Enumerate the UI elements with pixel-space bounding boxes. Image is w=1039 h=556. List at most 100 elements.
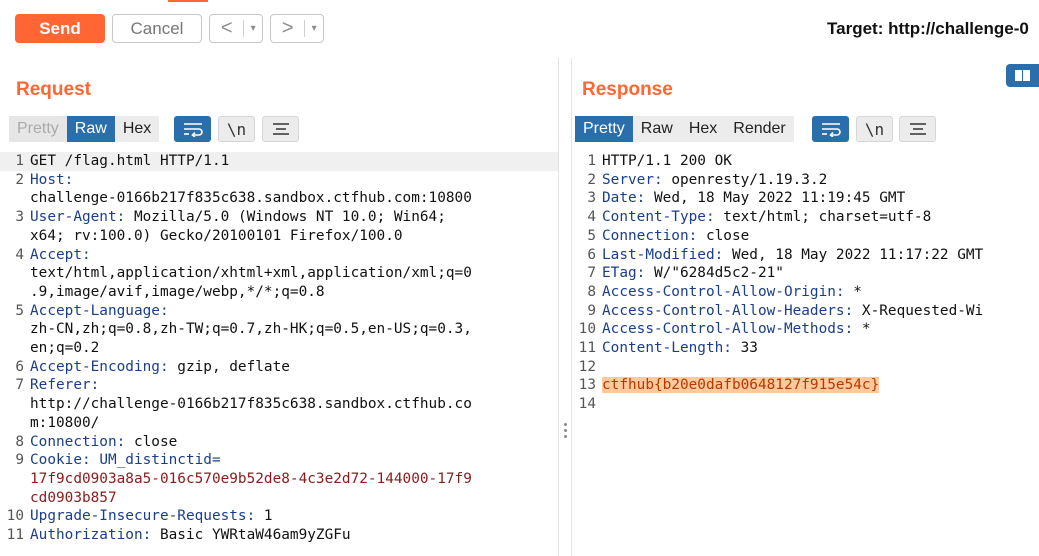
response-title: Response xyxy=(582,79,673,100)
code-line[interactable]: en;q=0.2 xyxy=(0,339,558,358)
code-line[interactable]: 6 Accept-Encoding: gzip, deflate xyxy=(0,358,558,377)
code-line[interactable]: challenge-0166b217f835c638.sandbox.ctfhu… xyxy=(0,189,558,208)
code-line[interactable]: 1 GET /flag.html HTTP/1.1 xyxy=(0,152,558,171)
header-value: text/html; charset=utf-8 xyxy=(714,209,932,226)
response-tab-hex[interactable]: Hex xyxy=(680,116,726,142)
code-line[interactable]: 2 Server: openresty/1.19.3.2 xyxy=(572,171,1039,190)
code-line[interactable]: 7 ETag: W/"6284d5c2-21" xyxy=(572,264,1039,283)
chevron-left-icon[interactable]: < xyxy=(210,15,243,42)
header-value: x64; rv:100.0) Gecko/20100101 Firefox/10… xyxy=(30,227,403,244)
chevron-down-icon[interactable]: ▾ xyxy=(244,23,262,34)
header-name: Access-Control-Allow-Headers: xyxy=(602,302,854,319)
show-newlines-toggle[interactable]: \n xyxy=(218,116,255,142)
code-line[interactable]: 3 Date: Wed, 18 May 2022 11:19:45 GMT xyxy=(572,189,1039,208)
code-line[interactable]: 4 Content-Type: text/html; charset=utf-8 xyxy=(572,208,1039,227)
code-line[interactable]: 1 HTTP/1.1 200 OK xyxy=(572,152,1039,171)
history-forward-button-group[interactable]: > ▾ xyxy=(270,14,324,43)
code-line[interactable]: 14 xyxy=(572,395,1039,414)
code-line[interactable]: http://challenge-0166b217f835c638.sandbo… xyxy=(0,395,558,414)
line-text: cd0903b857 xyxy=(30,489,117,508)
line-number: 13 xyxy=(578,377,596,394)
request-editor[interactable]: 1 GET /flag.html HTTP/1.1 2 Host: challenge-… xyxy=(0,152,558,545)
line-number xyxy=(0,395,30,414)
request-tab-pretty[interactable]: Pretty xyxy=(9,116,67,142)
code-line[interactable]: 9 Cookie: UM_distinctid= xyxy=(0,451,558,470)
code-line[interactable]: zh-CN,zh;q=0.8,zh-TW;q=0.7,zh-HK;q=0.5,e… xyxy=(0,320,558,339)
line-text: en;q=0.2 xyxy=(30,339,99,358)
request-tab-raw[interactable]: Raw xyxy=(66,116,115,142)
line-text: Date: Wed, 18 May 2022 11:19:45 GMT xyxy=(602,189,905,208)
header-name: Connection: xyxy=(602,227,698,244)
response-tab-pretty[interactable]: Pretty xyxy=(575,116,633,142)
header-value: text/html,application/xhtml+xml,applicat… xyxy=(30,265,472,282)
line-text: Content-Length: 33 xyxy=(602,339,758,358)
line-number xyxy=(0,489,30,508)
code-line[interactable]: 10 Access-Control-Allow-Methods: * xyxy=(572,320,1039,339)
code-line[interactable]: 17f9cd0903a8a5-016c570e9b52de8-4c3e2d72-… xyxy=(0,470,558,489)
code-line[interactable]: 11 Authorization: Basic YWRtaW46am9yZGFu xyxy=(0,526,558,545)
request-tab-hex[interactable]: Hex xyxy=(114,116,160,142)
header-value: HTTP/1.1 200 OK xyxy=(602,153,732,169)
line-number: 9 xyxy=(15,452,24,469)
response-tab-raw[interactable]: Raw xyxy=(632,116,681,142)
code-line[interactable]: 7 Referer: xyxy=(0,376,558,395)
header-name: Host: xyxy=(30,171,74,188)
line-text: m:10800/ xyxy=(30,414,99,433)
response-editor[interactable]: 1 HTTP/1.1 200 OK 2 Server: openresty/1.19.… xyxy=(572,152,1039,414)
line-number: 11 xyxy=(578,340,596,357)
code-line[interactable]: x64; rv:100.0) Gecko/20100101 Firefox/10… xyxy=(0,227,558,246)
header-name: Accept-Language: xyxy=(30,302,169,319)
target-label[interactable]: Target: http://challenge-0 xyxy=(827,19,1039,39)
active-tab-indicator xyxy=(168,0,208,2)
cancel-button[interactable]: Cancel xyxy=(112,14,202,43)
splitter-grip-icon[interactable] xyxy=(564,423,567,441)
response-tab-render[interactable]: Render xyxy=(725,116,794,142)
code-line[interactable]: cd0903b857 xyxy=(0,489,558,508)
word-wrap-icon xyxy=(183,123,203,137)
inspector-menu-button[interactable] xyxy=(899,116,936,142)
code-line[interactable]: 10 Upgrade-Insecure-Requests: 1 xyxy=(0,507,558,526)
line-text: HTTP/1.1 200 OK xyxy=(602,152,732,171)
code-line[interactable]: 9 Access-Control-Allow-Headers: X-Request… xyxy=(572,302,1039,321)
code-line[interactable]: 6 Last-Modified: Wed, 18 May 2022 11:17:2… xyxy=(572,246,1039,265)
code-line[interactable]: text/html,application/xhtml+xml,applicat… xyxy=(0,264,558,283)
chevron-right-icon[interactable]: > xyxy=(271,15,304,42)
panel-splitter[interactable] xyxy=(558,58,572,556)
header-value: 33 xyxy=(731,340,758,357)
line-number: 2 xyxy=(587,171,596,188)
code-line[interactable]: 12 xyxy=(572,358,1039,377)
header-value: .9,image/avif,image/webp,*/*;q=0.8 xyxy=(30,283,325,300)
code-line[interactable]: 13 ctfhub{b20e0dafb0648127f915e54c} xyxy=(572,376,1039,395)
inspector-menu-button[interactable] xyxy=(262,116,299,142)
response-view-tabs: Pretty Raw Hex Render xyxy=(575,116,794,142)
header-value: gzip, deflate xyxy=(168,358,290,375)
line-number: 7 xyxy=(587,265,596,282)
code-line[interactable]: 8 Access-Control-Allow-Origin: * xyxy=(572,283,1039,302)
repeater-toolbar: Send Cancel < ▾ > ▾ Target: http://chall… xyxy=(0,0,1039,58)
code-line[interactable]: 8 Connection: close xyxy=(0,433,558,452)
code-line[interactable]: m:10800/ xyxy=(0,414,558,433)
history-back-button-group[interactable]: < ▾ xyxy=(209,14,263,43)
inspector-panel-toggle[interactable] xyxy=(1006,64,1039,87)
line-text: Accept-Encoding: gzip, deflate xyxy=(30,358,290,377)
code-line[interactable]: 5 Connection: close xyxy=(572,227,1039,246)
code-line[interactable]: 11 Content-Length: 33 xyxy=(572,339,1039,358)
line-number xyxy=(0,189,30,208)
header-name: Date: xyxy=(602,190,646,207)
word-wrap-toggle[interactable] xyxy=(812,116,849,142)
chevron-down-icon[interactable]: ▾ xyxy=(305,23,323,34)
code-line[interactable]: 5 Accept-Language: xyxy=(0,302,558,321)
word-wrap-toggle[interactable] xyxy=(174,116,211,142)
line-text: GET /flag.html HTTP/1.1 xyxy=(30,152,229,171)
line-text: User-Agent: Mozilla/5.0 (Windows NT 10.0… xyxy=(30,208,446,227)
show-newlines-toggle[interactable]: \n xyxy=(856,116,893,142)
line-number: 5 xyxy=(15,302,24,319)
code-line[interactable]: 3 User-Agent: Mozilla/5.0 (Windows NT 10.… xyxy=(0,208,558,227)
code-line[interactable]: 2 Host: xyxy=(0,171,558,190)
line-number: 1 xyxy=(15,153,24,169)
code-line[interactable]: .9,image/avif,image/webp,*/*;q=0.8 xyxy=(0,283,558,302)
header-name: Content-Length: xyxy=(602,340,732,357)
code-line[interactable]: 4 Accept: xyxy=(0,246,558,265)
send-button[interactable]: Send xyxy=(15,14,105,43)
line-number: 2 xyxy=(15,171,24,188)
